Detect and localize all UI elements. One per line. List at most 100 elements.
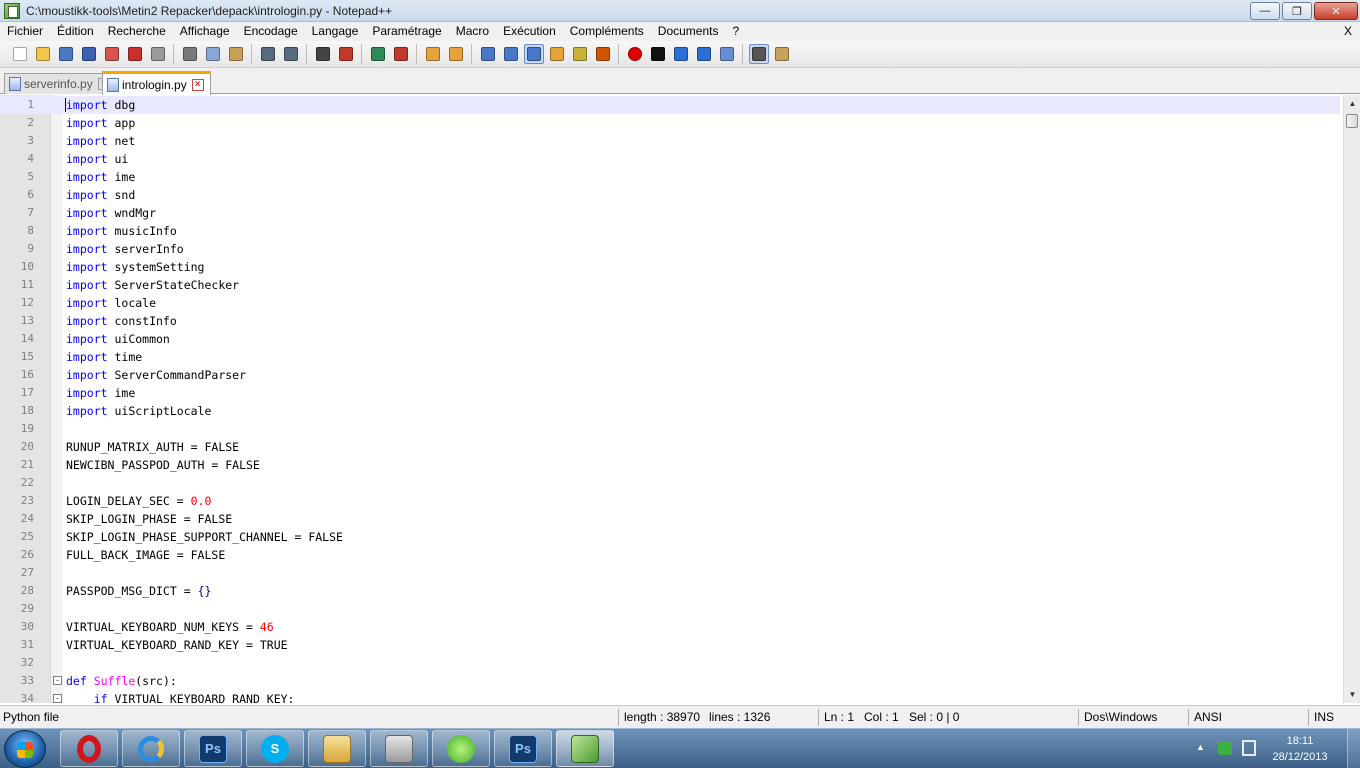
tab-intrologin[interactable]: intrologin.py × <box>102 71 211 95</box>
taskbar-photoshop-2[interactable]: Ps <box>494 730 552 767</box>
code-line[interactable]: 17 import ime <box>0 384 1340 402</box>
save-macro-button[interactable] <box>717 44 737 64</box>
show-desktop-button[interactable] <box>1347 729 1360 768</box>
network-icon[interactable] <box>1242 740 1256 756</box>
word-wrap-button[interactable] <box>478 44 498 64</box>
scroll-up-icon[interactable]: ▲ <box>1344 95 1360 112</box>
plugin-button[interactable] <box>772 44 792 64</box>
save-button[interactable] <box>56 44 76 64</box>
code-line[interactable]: 29 <box>0 600 1340 618</box>
replace-button[interactable] <box>336 44 356 64</box>
code-line[interactable]: 11 import ServerStateChecker <box>0 276 1340 294</box>
code-line[interactable]: 22 <box>0 474 1340 492</box>
taskbar-photoshop[interactable]: Ps <box>184 730 242 767</box>
spell-check-button[interactable] <box>748 44 769 64</box>
taskbar-opera[interactable] <box>60 730 118 767</box>
taskbar-internet-explorer[interactable] <box>122 730 180 767</box>
new-file-button[interactable] <box>10 44 30 64</box>
undo-button[interactable] <box>258 44 278 64</box>
code-line[interactable]: 13 import constInfo <box>0 312 1340 330</box>
redo-button[interactable] <box>281 44 301 64</box>
start-button[interactable] <box>4 730 46 768</box>
code-line[interactable]: 24 SKIP_LOGIN_PHASE = FALSE <box>0 510 1340 528</box>
print-button[interactable] <box>148 44 168 64</box>
show-hidden-icons-icon[interactable]: ▲ <box>1196 742 1205 752</box>
menu-documents[interactable]: Documents <box>651 22 726 41</box>
record-macro-button[interactable] <box>625 44 645 64</box>
menu-fichier[interactable]: Fichier <box>0 22 50 41</box>
code-line[interactable]: 19 <box>0 420 1340 438</box>
zoom-out-button[interactable] <box>391 44 411 64</box>
security-icon[interactable] <box>1218 741 1232 755</box>
zoom-in-button[interactable] <box>368 44 388 64</box>
code-line[interactable]: 1 import dbg <box>0 96 1340 114</box>
code-line[interactable]: 28 PASSPOD_MSG_DICT = {} <box>0 582 1340 600</box>
taskbar-computer[interactable] <box>370 730 428 767</box>
code-line[interactable]: 6 import snd <box>0 186 1340 204</box>
document-map-button[interactable] <box>570 44 590 64</box>
menu-complements[interactable]: Compléments <box>563 22 651 41</box>
scrollbar-thumb[interactable] <box>1346 114 1358 128</box>
code-line[interactable]: 30 VIRTUAL_KEYBOARD_NUM_KEYS = 46 <box>0 618 1340 636</box>
code-line[interactable]: 25 SKIP_LOGIN_PHASE_SUPPORT_CHANNEL = FAL… <box>0 528 1340 546</box>
play-macro-button[interactable] <box>671 44 691 64</box>
code-editor[interactable]: 1 import dbg 2 import app 3 import net 4 import… <box>0 95 1360 703</box>
close-all-button[interactable] <box>125 44 145 64</box>
fold-toggle-icon[interactable]: - <box>53 694 62 703</box>
code-line[interactable]: 15 import time <box>0 348 1340 366</box>
indent-guide-button[interactable] <box>523 44 544 64</box>
code-line[interactable]: 5 import ime <box>0 168 1340 186</box>
menu-help[interactable]: ? <box>726 22 747 41</box>
save-all-button[interactable] <box>79 44 99 64</box>
tab-serverinfo[interactable]: serverinfo.py × <box>4 73 117 94</box>
scroll-down-icon[interactable]: ▼ <box>1344 686 1360 703</box>
code-line[interactable]: 14 import uiCommon <box>0 330 1340 348</box>
fold-toggle-icon[interactable]: - <box>53 676 62 685</box>
menu-execution[interactable]: Exécution <box>496 22 563 41</box>
code-line[interactable]: 12 import locale <box>0 294 1340 312</box>
code-line[interactable]: 23 LOGIN_DELAY_SEC = 0.0 <box>0 492 1340 510</box>
menu-affichage[interactable]: Affichage <box>173 22 237 41</box>
code-line[interactable]: 3 import net <box>0 132 1340 150</box>
code-line[interactable]: 18 import uiScriptLocale <box>0 402 1340 420</box>
vertical-scrollbar[interactable]: ▲ ▼ <box>1343 95 1360 703</box>
menu-recherche[interactable]: Recherche <box>101 22 173 41</box>
code-line[interactable]: 2 import app <box>0 114 1340 132</box>
code-line[interactable]: 33 - def Suffle(src): <box>0 672 1340 690</box>
user-language-button[interactable] <box>547 44 567 64</box>
taskbar-browser[interactable] <box>432 730 490 767</box>
paste-button[interactable] <box>226 44 246 64</box>
stop-macro-button[interactable] <box>648 44 668 64</box>
menu-encodage[interactable]: Encodage <box>237 22 305 41</box>
minimize-button[interactable]: — <box>1250 2 1280 20</box>
run-macro-multiple-button[interactable] <box>694 44 714 64</box>
function-list-button[interactable] <box>593 44 613 64</box>
sync-horizontal-button[interactable] <box>446 44 466 64</box>
code-line[interactable]: 27 <box>0 564 1340 582</box>
code-line[interactable]: 7 import wndMgr <box>0 204 1340 222</box>
taskbar-notepad-plus-plus[interactable] <box>556 730 614 767</box>
menu-macro[interactable]: Macro <box>449 22 496 41</box>
maximize-button[interactable]: ❐ <box>1282 2 1312 20</box>
menu-parametrage[interactable]: Paramétrage <box>365 22 448 41</box>
code-line[interactable]: 26 FULL_BACK_IMAGE = FALSE <box>0 546 1340 564</box>
show-all-characters-button[interactable] <box>501 44 521 64</box>
code-line[interactable]: 21 NEWCIBN_PASSPOD_AUTH = FALSE <box>0 456 1340 474</box>
close-button[interactable] <box>102 44 122 64</box>
menu-langage[interactable]: Langage <box>305 22 366 41</box>
taskbar-skype[interactable]: S <box>246 730 304 767</box>
code-line[interactable]: 20 RUNUP_MATRIX_AUTH = FALSE <box>0 438 1340 456</box>
code-line[interactable]: 31 VIRTUAL_KEYBOARD_RAND_KEY = TRUE <box>0 636 1340 654</box>
sync-vertical-button[interactable] <box>423 44 443 64</box>
code-line[interactable]: 32 <box>0 654 1340 672</box>
code-line[interactable]: 34 - if VIRTUAL_KEYBOARD_RAND_KEY: <box>0 690 1340 703</box>
system-clock[interactable]: 18:11 28/12/2013 <box>1265 733 1335 765</box>
close-window-button[interactable]: ✕ <box>1314 2 1358 20</box>
code-line[interactable]: 4 import ui <box>0 150 1340 168</box>
code-line[interactable]: 10 import systemSetting <box>0 258 1340 276</box>
copy-button[interactable] <box>203 44 223 64</box>
close-document-button[interactable]: X <box>1344 22 1352 41</box>
menu-edition[interactable]: Édition <box>50 22 101 41</box>
code-line[interactable]: 16 import ServerCommandParser <box>0 366 1340 384</box>
find-button[interactable] <box>313 44 333 64</box>
